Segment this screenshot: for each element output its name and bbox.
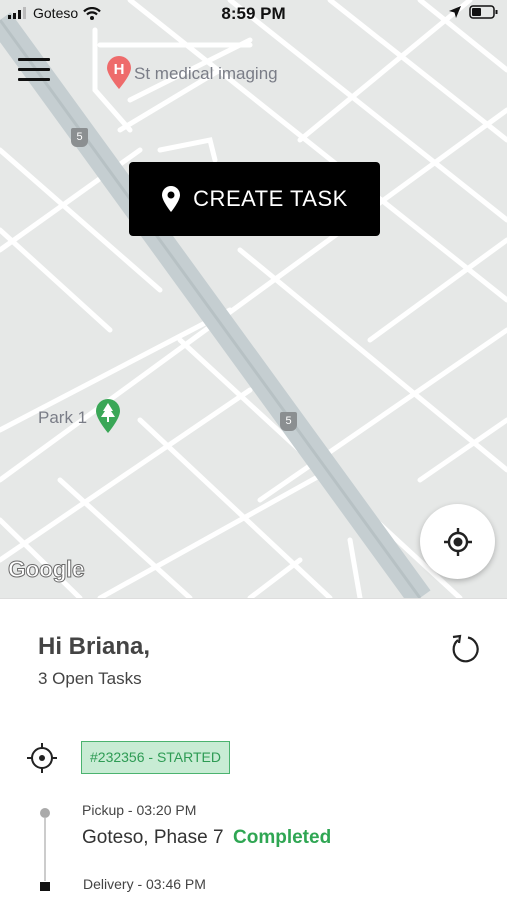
task-timeline <box>40 808 50 891</box>
pickup-time: Pickup - 03:20 PM <box>82 802 197 818</box>
locate-me-button[interactable] <box>420 504 495 579</box>
status-bar: Goteso 8:59 PM <box>0 0 507 28</box>
route-shield-bottom: 5 <box>280 412 297 431</box>
park-label[interactable]: Park 1 <box>38 408 87 428</box>
task-status-badge[interactable]: #232356 - STARTED <box>81 741 230 774</box>
delivery-time: Delivery - 03:46 PM <box>83 876 206 892</box>
route-shield-top: 5 <box>71 128 88 147</box>
greeting: Hi Briana, <box>38 633 151 660</box>
create-task-button[interactable]: CREATE TASK <box>129 162 380 236</box>
open-tasks-count: 3 Open Tasks <box>38 669 142 688</box>
map-view[interactable]: 5 5 H St medical imaging Park 1 Google <box>0 0 507 598</box>
pickup-location: Goteso, Phase 7 <box>82 827 224 848</box>
svg-text:H: H <box>114 61 125 78</box>
refresh-icon[interactable] <box>448 632 482 666</box>
location-arrow-icon <box>449 6 461 18</box>
create-task-label: CREATE TASK <box>193 186 348 211</box>
map-roads <box>0 0 507 598</box>
google-attribution: Google <box>7 556 85 583</box>
target-icon <box>25 741 59 775</box>
battery-icon <box>469 5 498 19</box>
pickup-status: Completed <box>233 827 332 848</box>
park-pin-icon[interactable] <box>95 398 121 439</box>
tasks-panel: Hi Briana, 3 Open Tasks #232356 - STARTE… <box>0 598 507 900</box>
poi-label[interactable]: St medical imaging <box>134 64 278 84</box>
crosshair-icon <box>443 527 472 556</box>
status-time: 8:59 PM <box>221 4 286 23</box>
hamburger-icon[interactable] <box>18 58 50 84</box>
location-pin-icon <box>162 186 181 212</box>
hospital-pin-icon[interactable]: H <box>106 56 132 95</box>
